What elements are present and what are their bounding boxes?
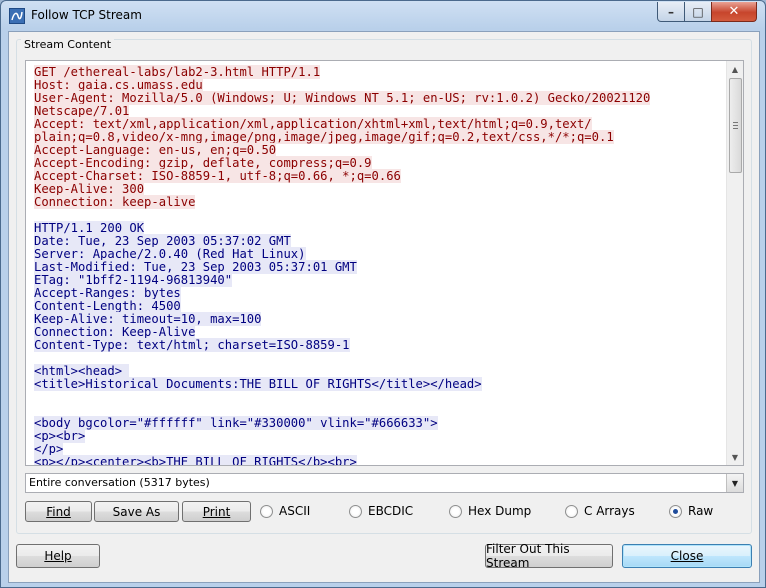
stream-line-text: Keep-Alive: 300 (34, 182, 145, 196)
minimize-button[interactable]: – (657, 2, 685, 22)
grip-icon (733, 122, 738, 129)
save-as-button-label: Save As (112, 504, 161, 519)
wireshark-app-icon (9, 8, 25, 24)
request-line: User-Agent: Mozilla/5.0 (Windows; U; Win… (34, 91, 734, 105)
stream-line-text: Accept-Language: en-us, en;q=0.50 (34, 143, 277, 157)
help-button[interactable]: Help (16, 544, 100, 568)
stream-line-text: GET /ethereal-labs/lab2-3.html HTTP/1.1 (34, 65, 321, 79)
stream-line-text: Connection: Keep-Alive (34, 325, 196, 339)
format-ebcdic-label: EBCDIC (368, 504, 414, 518)
scroll-up-arrow-icon[interactable]: ▲ (727, 61, 743, 77)
radio-circle[interactable] (349, 504, 362, 518)
stream-line-text: <body bgcolor="#ffffff" link="#330000" v… (34, 416, 438, 430)
stream-line-text: <html><head> (34, 364, 130, 378)
format-hex-dump-radio[interactable]: Hex Dump (449, 504, 531, 518)
response-line: <title>Historical Documents:THE BILL OF … (34, 377, 734, 391)
radio-circle[interactable] (260, 504, 273, 518)
close-icon: ✕ (728, 4, 740, 19)
stream-line-text: Keep-Alive: timeout=10, max=100 (34, 312, 262, 326)
close-button[interactable]: Close (622, 544, 752, 568)
chevron-down-icon[interactable]: ▼ (726, 474, 743, 492)
title-bar[interactable]: Follow TCP Stream – □ ✕ (1, 1, 765, 31)
conversation-select[interactable]: Entire conversation (5317 bytes) ▼ (25, 473, 744, 493)
stream-text-body[interactable]: GET /ethereal-labs/lab2-3.html HTTP/1.1 H… (34, 65, 734, 465)
scroll-down-arrow-icon[interactable]: ▼ (727, 449, 743, 465)
stream-line-text: Date: Tue, 23 Sep 2003 05:37:02 GMT (34, 234, 291, 248)
maximize-button[interactable]: □ (684, 2, 712, 22)
stream-line-text: Accept-Charset: ISO-8859-1, utf-8;q=0.66… (34, 169, 401, 183)
stream-line-text: Netscape/7.01 (34, 104, 130, 118)
format-raw-radio[interactable]: Raw (669, 504, 713, 518)
stream-line-text: ETag: "1bff2-1194-96813940" (34, 273, 233, 287)
find-button[interactable]: Find (25, 501, 92, 522)
format-c-arrays-label: C Arrays (584, 504, 635, 518)
format-ebcdic-radio[interactable]: EBCDIC (349, 504, 413, 518)
radio-circle-selected[interactable] (669, 504, 682, 518)
maximize-icon: □ (692, 4, 704, 19)
print-button[interactable]: Print (182, 501, 251, 522)
format-c-arrays-radio[interactable]: C Arrays (565, 504, 635, 518)
minimize-icon: – (668, 4, 674, 19)
stream-line-text: </p> (34, 442, 64, 456)
stream-content-group: Stream Content GET /ethereal-labs/lab2-3… (16, 38, 752, 534)
stream-line-text: Accept-Ranges: bytes (34, 286, 181, 300)
format-raw-label: Raw (688, 504, 714, 518)
request-line: Connection: keep-alive (34, 195, 734, 209)
filter-out-button-label: Filter Out This Stream (486, 542, 570, 570)
format-hex-dump-label: Hex Dump (468, 504, 532, 518)
response-line: <body bgcolor="#ffffff" link="#330000" v… (34, 416, 734, 430)
stream-line-text: <p><br> (34, 429, 86, 443)
format-ascii-radio[interactable]: ASCII (260, 504, 310, 518)
stream-line-text: plain;q=0.8,video/x-mng,image/png,image/… (34, 130, 614, 144)
close-button-label: Close (670, 549, 704, 563)
response-line: <p></p><center><b>THE BILL OF RIGHTS</b>… (34, 455, 734, 465)
stream-line-text: Accept: text/xml,application/xml,applica… (34, 117, 592, 131)
response-line: Content-Type: text/html; charset=ISO-885… (34, 338, 734, 352)
stream-line-text: Last-Modified: Tue, 23 Sep 2003 05:37:01… (34, 260, 357, 274)
scrollbar-thumb[interactable] (729, 78, 742, 173)
stream-line-text: Host: gaia.cs.umass.edu (34, 78, 203, 92)
close-window-button[interactable]: ✕ (711, 2, 757, 22)
stream-content-label: Stream Content (21, 38, 115, 51)
stream-line-text: User-Agent: Mozilla/5.0 (Windows; U; Win… (34, 91, 651, 105)
stream-line-text: Content-Length: 4500 (34, 299, 181, 313)
window-title: Follow TCP Stream (31, 8, 142, 22)
print-button-label: Print (202, 504, 231, 519)
response-line: <p><br> (34, 429, 734, 443)
dialog-body: Stream Content GET /ethereal-labs/lab2-3… (8, 31, 760, 583)
stream-line-text: Content-Type: text/html; charset=ISO-885… (34, 338, 350, 352)
stream-line-text: Server: Apache/2.0.40 (Red Hat Linux) (34, 247, 306, 261)
find-button-label: Find (46, 504, 71, 519)
help-button-label: Help (44, 549, 72, 563)
stream-line-text: <p></p><center><b>THE BILL OF RIGHTS</b>… (34, 455, 357, 465)
radio-circle[interactable] (449, 504, 462, 518)
stream-line-text: Accept-Encoding: gzip, deflate, compress… (34, 156, 372, 170)
format-ascii-label: ASCII (279, 504, 311, 518)
radio-circle[interactable] (565, 504, 578, 518)
stream-line-text: HTTP/1.1 200 OK (34, 221, 145, 235)
save-as-button[interactable]: Save As (94, 501, 179, 522)
stream-line-text: <title>Historical Documents:THE BILL OF … (34, 377, 482, 391)
stream-line-text: Connection: keep-alive (34, 195, 196, 209)
follow-tcp-stream-window: Follow TCP Stream – □ ✕ Stream Content G… (0, 0, 766, 588)
filter-out-stream-button[interactable]: Filter Out This Stream (485, 542, 613, 570)
conversation-select-value: Entire conversation (5317 bytes) (29, 476, 210, 489)
vertical-scrollbar[interactable]: ▲ ▼ (726, 61, 743, 465)
stream-content-text[interactable]: GET /ethereal-labs/lab2-3.html HTTP/1.1 H… (25, 60, 744, 466)
